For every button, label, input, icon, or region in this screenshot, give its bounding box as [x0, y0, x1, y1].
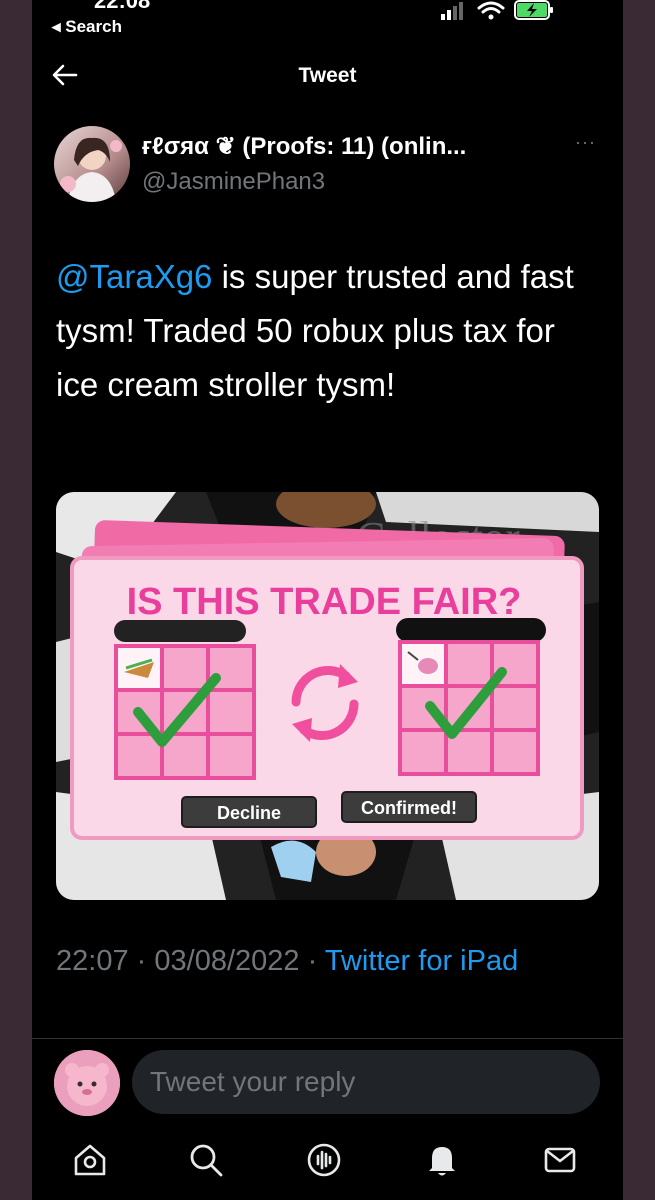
trade-panel: IS THIS TRADE FAIR? Decline Confirmed!	[70, 520, 584, 840]
signal-icon	[441, 2, 463, 20]
back-to-search-link[interactable]: ◂ Search	[52, 17, 122, 37]
more-dots-icon[interactable]: ···	[575, 132, 596, 153]
tweet-date: 03/08/2022	[154, 945, 300, 977]
battery-charging-icon	[514, 0, 553, 20]
messages-icon[interactable]	[540, 1140, 580, 1180]
author-display-name[interactable]: ғℓσяα ❦ (Proofs: 11) (onlin...	[142, 132, 466, 161]
mention-link[interactable]: @TaraXg6	[56, 258, 212, 295]
reply-bar	[32, 1046, 623, 1116]
tweet-source-link[interactable]: Twitter for iPad	[325, 945, 518, 977]
tweet-text: @TaraXg6 is super trusted and fast tysm!…	[56, 250, 596, 412]
confirmed-label: Confirmed!	[361, 798, 457, 818]
meta-separator: ·	[307, 945, 318, 977]
tab-bar	[32, 1130, 623, 1200]
wifi-icon	[477, 1, 505, 20]
search-icon[interactable]	[186, 1140, 226, 1180]
home-icon[interactable]	[70, 1140, 110, 1180]
tweet-meta: 22:07 · 03/08/2022 · Twitter for iPad	[56, 940, 596, 982]
reply-avatar[interactable]	[54, 1050, 120, 1116]
left-item-grid	[114, 644, 256, 780]
author-avatar[interactable]	[54, 126, 130, 202]
nav-bar: Tweet	[32, 52, 623, 100]
stroller-icon	[418, 658, 438, 674]
decline-label: Decline	[217, 803, 281, 823]
spaces-icon[interactable]	[304, 1140, 344, 1180]
status-bar: 22:08 ◂ Search	[32, 0, 623, 44]
tweet-time: 22:07	[56, 945, 129, 977]
page-title: Tweet	[298, 64, 357, 87]
redacted-name-left	[114, 620, 246, 642]
right-item-grid	[398, 640, 540, 776]
phone-screen: 22:08 ◂ Search Tweet ғℓσяα ❦ (Proofs: 11…	[32, 0, 623, 1200]
trade-headline: IS THIS TRADE FAIR?	[127, 581, 522, 623]
tweet-media-image[interactable]: Collector IS THIS TRADE FAIR?	[56, 492, 599, 900]
meta-separator: ·	[136, 945, 147, 977]
status-icons	[433, 0, 583, 33]
reply-input[interactable]	[132, 1050, 600, 1114]
status-time: 22:08	[94, 0, 151, 13]
divider	[32, 1038, 623, 1039]
tweet-author: ғℓσяα ❦ (Proofs: 11) (onlin... @JasmineP…	[32, 118, 623, 208]
author-handle[interactable]: @JasminePhan3	[142, 168, 325, 196]
redacted-name-right	[396, 618, 546, 642]
notifications-icon[interactable]	[422, 1140, 462, 1180]
